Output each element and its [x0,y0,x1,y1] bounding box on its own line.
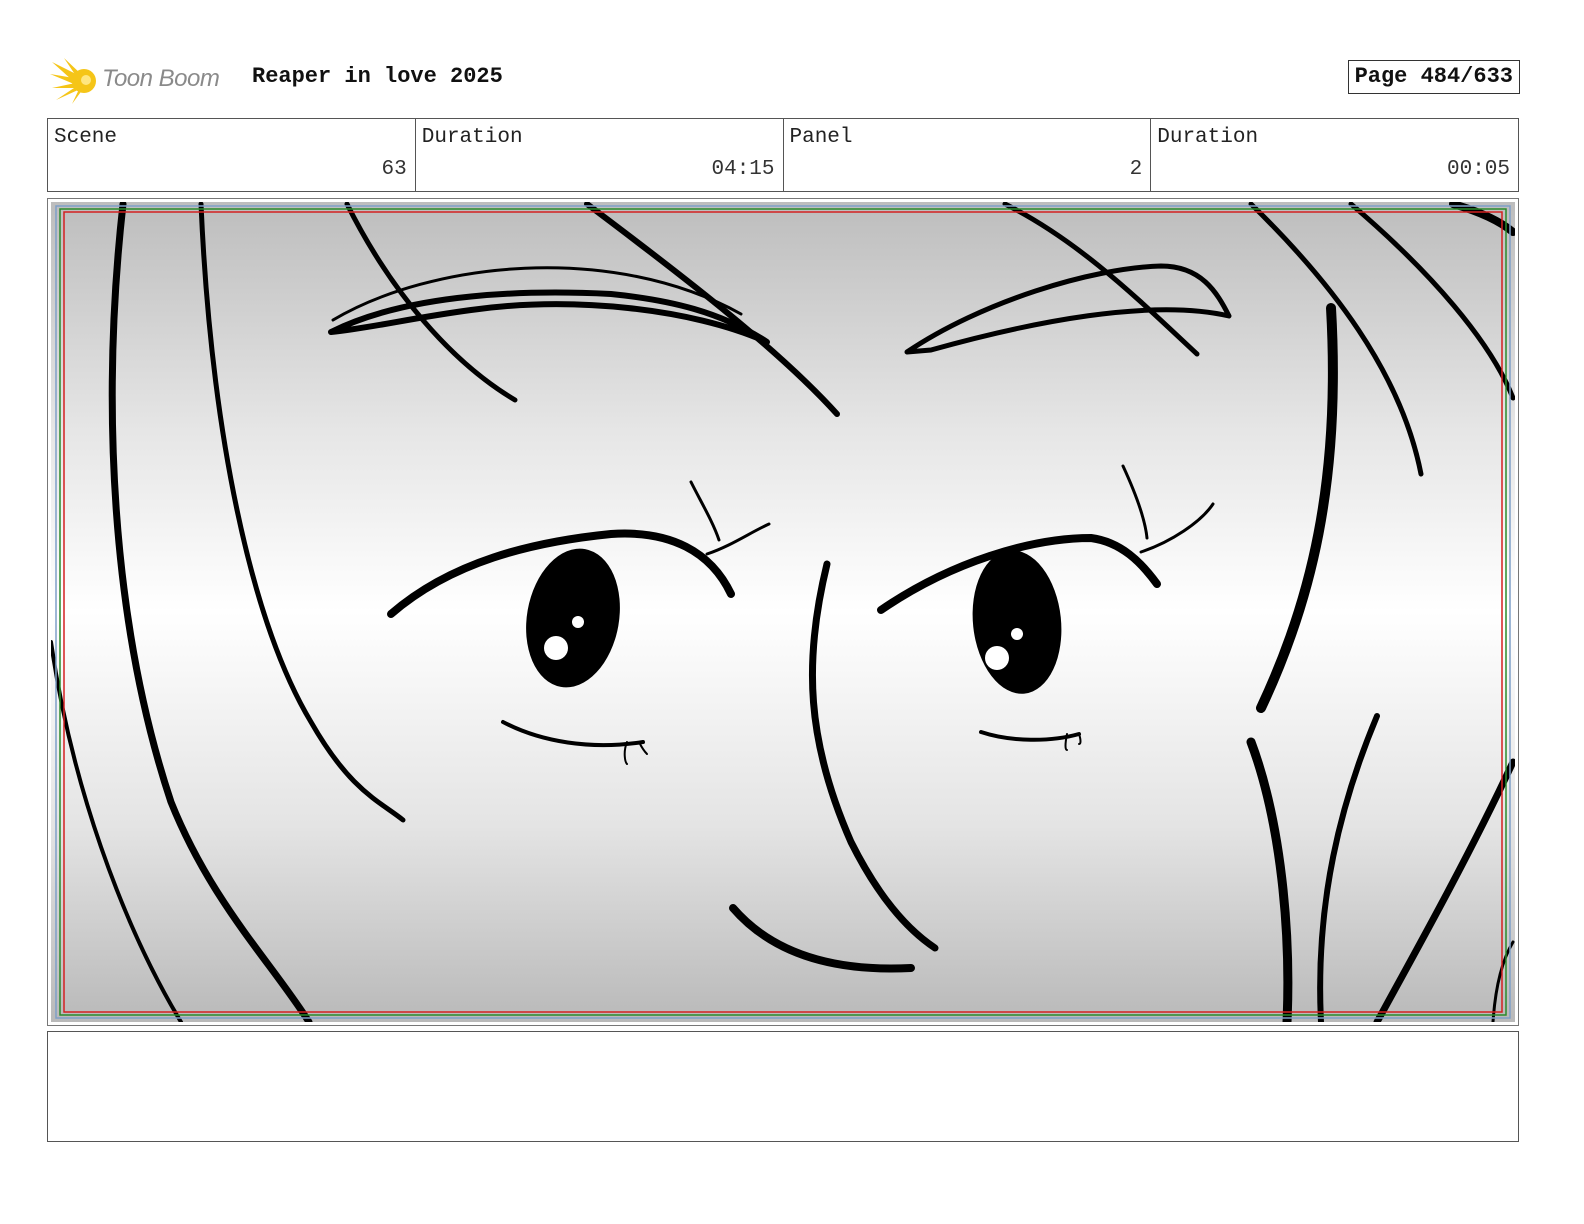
outer-frame-guide [55,205,1511,1019]
document-title: Reaper in love 2025 [252,64,503,89]
hair-strand [1002,202,1200,357]
right-lower-lash [1064,733,1068,751]
left-eye [526,548,620,688]
hair-strand [1246,737,1293,1022]
panel-cell: Panel 2 [784,119,1152,191]
nose-line [808,560,939,952]
logo-text: Toon Boom [102,65,220,92]
hair-strand [1348,202,1515,401]
scene-value: 63 [381,158,407,181]
panel-drawing [51,202,1515,1022]
left-eyelash [705,522,771,556]
left-lower-lash [623,741,628,765]
scene-duration-label: Duration [421,126,523,149]
storyboard-panel [47,198,1519,1026]
sketch-face-closeup [51,202,1515,1022]
panel-notes-box [47,1031,1519,1142]
left-eyelash [689,480,721,542]
hair-strand [1449,202,1515,236]
toon-boom-starburst-icon [50,58,96,104]
nose-bottom [729,904,915,973]
right-lower-lash [1078,733,1082,745]
right-eye [972,550,1062,694]
right-eyelash [1121,464,1149,540]
panel-duration-label: Duration [1157,126,1259,149]
left-eyebrow [328,289,770,345]
scene-duration-value: 04:15 [711,158,775,181]
panel-duration-cell: Duration 00:05 [1151,119,1518,191]
scene-label: Scene [54,126,118,149]
right-lower-eyelid [979,730,1081,742]
panel-info-table: Scene 63 Duration 04:15 Panel 2 Duration… [47,118,1519,192]
toon-boom-logo: Toon Boom [50,56,240,106]
scene-cell: Scene 63 [48,119,416,191]
page-number: Page 484/633 [1347,60,1520,94]
hair-strand [198,202,406,823]
title-safe-green [59,208,1507,1016]
hair-strand [1256,303,1338,713]
panel-value: 2 [1129,158,1143,181]
scene-duration-cell: Duration 04:15 [416,119,784,191]
hair-strand [51,640,183,1022]
hair-strand [1373,758,1515,1022]
panel-duration-value: 00:05 [1446,158,1510,181]
page-header: Toon Boom Reaper in love 2025 Page 484/6… [48,52,1520,108]
panel-label: Panel [789,126,853,149]
hair-strand [1317,713,1380,1022]
left-lower-eyelid [501,720,645,748]
right-eyelash [1139,502,1215,554]
